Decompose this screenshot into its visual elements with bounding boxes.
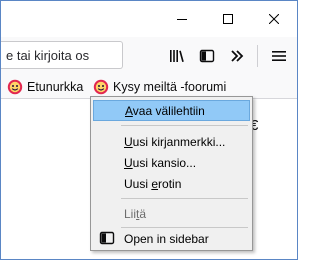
sidebar-toggle-button[interactable] xyxy=(193,42,221,70)
maximize-icon xyxy=(223,14,233,24)
maximize-button[interactable] xyxy=(205,1,251,37)
menu-item-label: Uusi erotin xyxy=(124,176,182,191)
mozilla-support-icon xyxy=(93,79,109,95)
browser-window: e tai kirjoita os Etunurkka Kysy meiltä … xyxy=(0,0,298,260)
library-icon xyxy=(170,50,184,62)
menu-item-label: Uusi kirjanmerkki... xyxy=(124,134,226,149)
menu-item-new-separator[interactable]: Uusi erotin xyxy=(93,173,250,194)
menu-item-new-bookmark[interactable]: Uusi kirjanmerkki... xyxy=(93,131,250,152)
menu-separator xyxy=(121,198,248,199)
bookmark-context-menu: Avaa välilehtiin Uusi kirjanmerkki... Uu… xyxy=(90,96,253,251)
toolbar-separator xyxy=(257,45,258,67)
mozilla-support-icon xyxy=(7,79,23,95)
minimize-button[interactable] xyxy=(159,1,205,37)
bookmark-kysy-meilta-foorumi[interactable]: Kysy meiltä -foorumi xyxy=(93,77,226,97)
menu-item-label: Liitä xyxy=(124,206,147,221)
overflow-button[interactable] xyxy=(223,42,251,70)
sidebar-icon xyxy=(199,49,215,63)
menu-item-new-folder[interactable]: Uusi kansio... xyxy=(93,152,250,173)
hamburger-menu-icon xyxy=(272,51,286,61)
bookmark-label: Kysy meiltä -foorumi xyxy=(113,80,227,94)
menu-item-open-in-sidebar[interactable]: Open in sidebar xyxy=(93,228,250,249)
library-button[interactable] xyxy=(163,42,191,70)
minimize-icon xyxy=(177,19,187,20)
title-bar xyxy=(1,1,297,37)
menu-item-label: Uusi kansio... xyxy=(124,155,197,170)
menu-item-label: Open in sidebar xyxy=(124,231,209,246)
close-icon xyxy=(269,14,279,24)
bookmark-label: Etunurkka xyxy=(27,80,84,94)
bookmark-etunurkka[interactable]: Etunurkka xyxy=(7,77,83,97)
menu-item-label: Avaa välilehtiin xyxy=(125,103,205,118)
menu-item-open-in-tabs[interactable]: Avaa välilehtiin xyxy=(93,100,250,121)
url-bar-text: e tai kirjoita os xyxy=(6,47,90,63)
sidebar-icon xyxy=(99,230,115,246)
menu-item-paste[interactable]: Liitä xyxy=(93,203,250,224)
chevron-double-right-icon xyxy=(231,50,244,62)
close-button[interactable] xyxy=(251,1,297,37)
open-menu-button[interactable] xyxy=(265,42,293,70)
menu-separator xyxy=(121,125,248,126)
url-bar[interactable]: e tai kirjoita os xyxy=(1,41,123,69)
